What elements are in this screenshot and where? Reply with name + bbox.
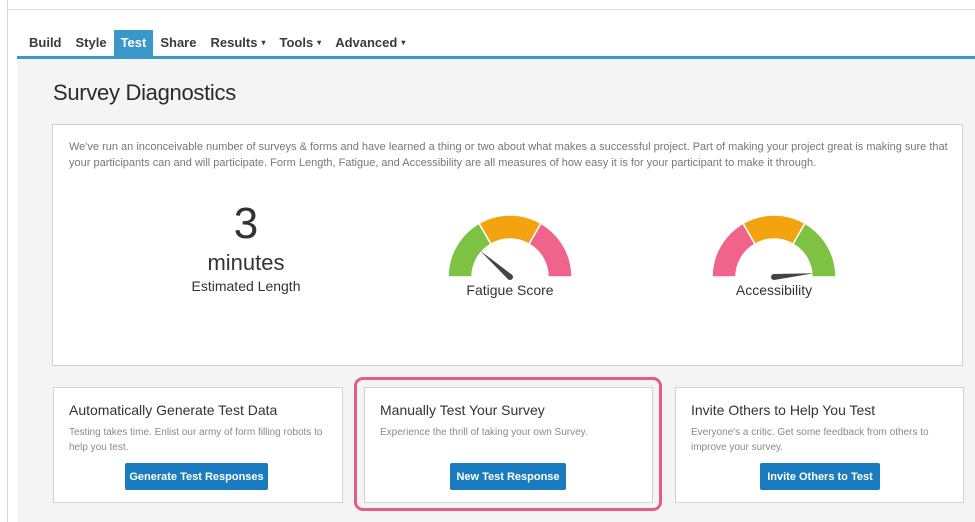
accessibility-gauge [711,214,837,280]
generate-test-data-card: Automatically Generate Test Data Testing… [53,387,343,503]
fatigue-score-label: Fatigue Score [466,282,554,298]
invite-others-card: Invite Others to Help You Test Everyone'… [675,387,964,503]
nav-advanced-label: Advanced [335,35,398,50]
estimated-length-value: 3 [233,199,259,248]
estimated-length-unit: minutes [207,250,285,275]
caret-down-icon: ▾ [261,38,266,47]
nav-results[interactable]: Results ▾ [203,30,272,56]
nav-tools[interactable]: Tools ▾ [272,30,328,56]
window-left-border [7,0,8,522]
nav-advanced[interactable]: Advanced ▾ [328,30,412,56]
nav-style[interactable]: Style [69,30,114,56]
card-title: Manually Test Your Survey [380,402,545,418]
gauge-needle-hub [771,274,777,280]
gauge-needle-hub [507,274,513,280]
nav-build-label: Build [29,35,62,50]
main-nav: Build Style Test Share Results ▾ Tools ▾ A… [22,30,412,56]
caret-down-icon: ▾ [317,38,322,47]
gauge-needle [773,273,814,280]
nav-test-label: Test [120,35,147,50]
diagnostics-panel: We've run an inconceivable number of sur… [52,124,963,366]
card-description: Everyone's a critic. Get some feedback f… [691,427,929,453]
estimated-length-label: Estimated Length [191,278,301,294]
new-test-response-button[interactable]: New Test Response [450,463,566,490]
accessibility-label: Accessibility [735,282,813,298]
card-title: Invite Others to Help You Test [691,402,876,418]
nav-share[interactable]: Share [153,30,203,56]
card-description: Testing takes time. Enlist our army of f… [69,427,323,453]
card-description: Experience the thrill of taking your own… [380,427,588,438]
page-title: Survey Diagnostics [53,80,236,105]
nav-style-label: Style [75,35,107,50]
nav-build[interactable]: Build [22,30,69,56]
nav-tools-label: Tools [279,35,314,50]
card-title: Automatically Generate Test Data [69,402,278,418]
invite-others-button[interactable]: Invite Others to Test [760,463,880,490]
window-top-border [7,9,975,10]
fatigue-gauge [447,214,573,280]
generate-test-responses-button[interactable]: Generate Test Responses [125,463,268,490]
nav-results-label: Results [210,35,258,50]
diagnostics-intro: We've run an inconceivable number of sur… [69,141,948,169]
caret-down-icon: ▾ [401,38,406,47]
manual-test-card: Manually Test Your Survey Experience the… [364,387,653,503]
gauge-needle [479,250,512,280]
nav-share-label: Share [160,35,197,50]
nav-test[interactable]: Test [113,30,154,56]
